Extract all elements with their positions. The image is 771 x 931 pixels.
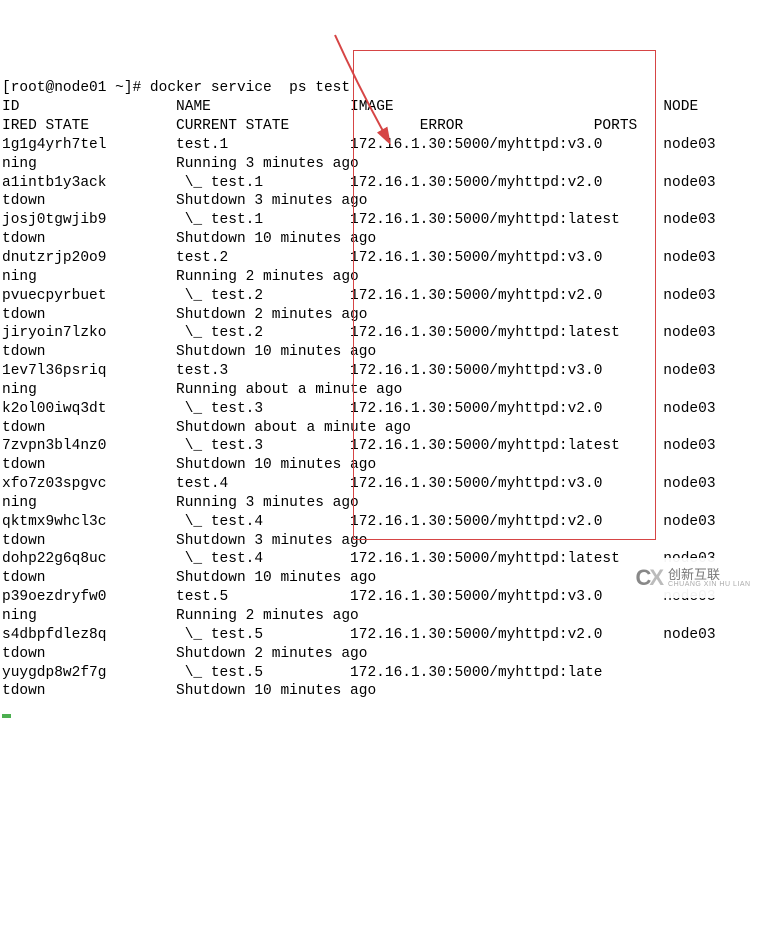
header-name: NAME [176,99,211,115]
header-id: ID [2,99,19,115]
header-image: IMAGE [350,99,394,115]
header-current: CURRENT STATE [176,118,289,134]
header-error: ERROR [420,118,464,134]
shell-prompt[interactable]: [root@node01 ~]# docker service ps test [2,80,350,96]
table-rows: 1g1g4yrh7tel test.1 172.16.1.30:5000/myh… [2,136,769,701]
header-node: NODE [663,99,698,115]
watermark-logo: CX [635,564,662,593]
terminal-cursor [2,714,11,718]
terminal-output: [root@node01 ~]# docker service ps test … [0,75,771,724]
watermark-pinyin: CHUANG XIN HU LIAN [668,581,751,588]
header-ired: IRED STATE [2,118,89,134]
header-ports: PORTS [594,118,638,134]
watermark-text: 创新互联 [668,568,751,581]
watermark: CX 创新互联 CHUANG XIN HU LIAN [623,558,763,598]
